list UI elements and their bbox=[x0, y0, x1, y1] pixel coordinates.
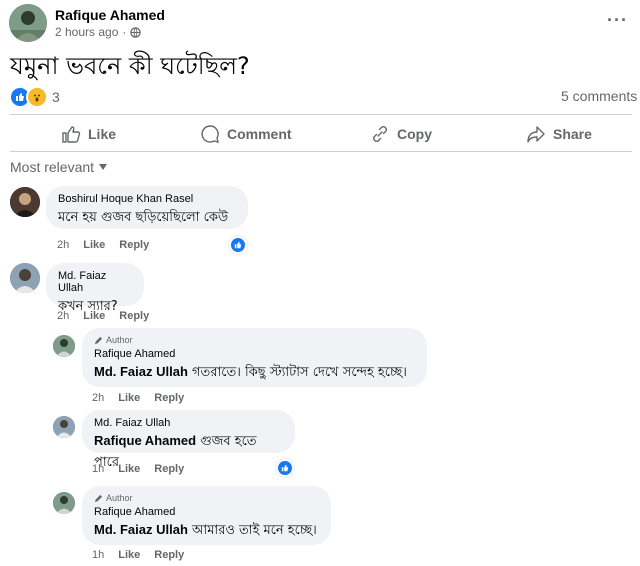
reply-avatar[interactable] bbox=[53, 416, 75, 438]
comment-bubble: Md. Faiaz Ullah কখন স্যার? bbox=[46, 263, 144, 314]
sort-dropdown[interactable]: Most relevant bbox=[10, 159, 108, 175]
globe-icon bbox=[130, 26, 142, 38]
reply-actions: 1h Like Reply bbox=[92, 549, 184, 561]
comment-icon bbox=[201, 125, 219, 143]
share-icon bbox=[527, 126, 545, 143]
reply-actions: 1h Like Reply bbox=[92, 463, 184, 475]
mention-link[interactable]: Md. Faiaz Ullah bbox=[94, 364, 188, 379]
reply-author[interactable]: Rafique Ahamed bbox=[94, 348, 415, 360]
avatar-photo bbox=[53, 335, 75, 357]
copy-label: Copy bbox=[397, 126, 432, 142]
sort-label: Most relevant bbox=[10, 159, 95, 175]
reply-author[interactable]: Md. Faiaz Ullah bbox=[94, 417, 283, 429]
comment-actions: 2h Like Reply bbox=[57, 239, 149, 251]
chevron-down-icon bbox=[99, 164, 108, 170]
author-badge: Author bbox=[94, 493, 319, 503]
comment-time[interactable]: 2h bbox=[57, 239, 69, 251]
reaction-summary[interactable]: 3 bbox=[9, 86, 60, 108]
like-button[interactable]: Like bbox=[61, 124, 116, 144]
avatar-photo bbox=[9, 4, 47, 42]
reply-text: আমারও তাই মনে হচ্ছে। bbox=[187, 523, 317, 538]
avatar-photo bbox=[53, 492, 75, 514]
avatar-photo bbox=[10, 187, 40, 217]
reply-like-button[interactable]: Like bbox=[118, 463, 140, 475]
comment-button[interactable]: Comment bbox=[200, 124, 292, 144]
post-author-name[interactable]: Rafique Ahamed bbox=[55, 7, 165, 23]
reply-bubble: Author Rafique Ahamed Md. Faiaz Ullah আম… bbox=[82, 486, 331, 545]
reply-reply-button[interactable]: Reply bbox=[154, 463, 184, 475]
author-badge-label: Author bbox=[106, 335, 133, 345]
reply-reply-button[interactable]: Reply bbox=[154, 392, 184, 404]
avatar-photo bbox=[53, 416, 75, 438]
comment-avatar[interactable] bbox=[10, 187, 40, 217]
separator-dot: · bbox=[122, 25, 127, 39]
pencil-icon bbox=[94, 336, 103, 344]
comment-text: মনে হয় গুজব ছড়িয়েছিলো কেউ bbox=[58, 210, 229, 225]
reaction-count: 3 bbox=[52, 89, 60, 105]
post-time[interactable]: 2 hours ago bbox=[55, 25, 118, 39]
like-label: Like bbox=[88, 126, 117, 142]
reply-time[interactable]: 2h bbox=[92, 392, 104, 404]
author-badge-label: Author bbox=[106, 493, 133, 503]
avatar-photo bbox=[10, 263, 40, 293]
reply-avatar[interactable] bbox=[53, 335, 75, 357]
share-button[interactable]: Share bbox=[526, 124, 592, 144]
reply-bubble: Author Rafique Ahamed Md. Faiaz Ullah গত… bbox=[82, 328, 427, 387]
reply-actions: 2h Like Reply bbox=[92, 392, 184, 404]
divider-top bbox=[10, 114, 632, 115]
reply-time[interactable]: 1h bbox=[92, 549, 104, 561]
comment-actions: 2h Like Reply bbox=[57, 310, 149, 322]
thumbs-up-icon bbox=[62, 126, 81, 143]
comment-like-button[interactable]: Like bbox=[83, 310, 105, 322]
mention-link[interactable]: Md. Faiaz Ullah bbox=[94, 522, 188, 537]
comments-count-link[interactable]: 5 comments bbox=[561, 88, 637, 104]
reply-avatar[interactable] bbox=[53, 492, 75, 514]
comment-like-button[interactable]: Like bbox=[83, 239, 105, 251]
post-meta: 2 hours ago · bbox=[55, 25, 142, 39]
reply-reply-button[interactable]: Reply bbox=[154, 549, 184, 561]
share-label: Share bbox=[553, 126, 592, 142]
reply-like-button[interactable]: Like bbox=[118, 549, 140, 561]
reply-time[interactable]: 1h bbox=[92, 463, 104, 475]
author-badge: Author bbox=[94, 335, 415, 345]
copy-button[interactable]: Copy bbox=[370, 124, 432, 144]
comment-avatar[interactable] bbox=[10, 263, 40, 293]
comment-label: Comment bbox=[227, 126, 292, 142]
comment-reply-button[interactable]: Reply bbox=[119, 239, 149, 251]
link-icon bbox=[373, 126, 387, 142]
comment-bubble: Boshirul Hoque Khan Rasel মনে হয় গুজব ছ… bbox=[46, 186, 248, 229]
post-text: যমুনা ভবনে কী ঘটেছিল? bbox=[10, 52, 250, 80]
post-author-avatar[interactable] bbox=[9, 4, 47, 42]
divider-bottom bbox=[10, 151, 632, 152]
comment-author[interactable]: Md. Faiaz Ullah bbox=[58, 270, 132, 294]
comment-author[interactable]: Boshirul Hoque Khan Rasel bbox=[58, 193, 236, 205]
comment-like-reaction-icon[interactable] bbox=[229, 236, 247, 254]
pencil-icon bbox=[94, 494, 103, 502]
wow-reaction-icon bbox=[26, 86, 48, 108]
comment-time[interactable]: 2h bbox=[57, 310, 69, 322]
reply-text: গতরাতে। কিছু স্ট্যাটাস দেখে সন্দেহ হচ্ছে… bbox=[187, 365, 407, 380]
reply-author[interactable]: Rafique Ahamed bbox=[94, 506, 319, 518]
comment-reply-button[interactable]: Reply bbox=[119, 310, 149, 322]
more-options-icon[interactable]: ··· bbox=[607, 10, 628, 31]
reply-like-reaction-icon[interactable] bbox=[276, 459, 294, 477]
reply-bubble: Md. Faiaz Ullah Rafique Ahamed গুজব হতে … bbox=[82, 410, 295, 470]
reply-like-button[interactable]: Like bbox=[118, 392, 140, 404]
mention-link[interactable]: Rafique Ahamed bbox=[94, 433, 196, 448]
